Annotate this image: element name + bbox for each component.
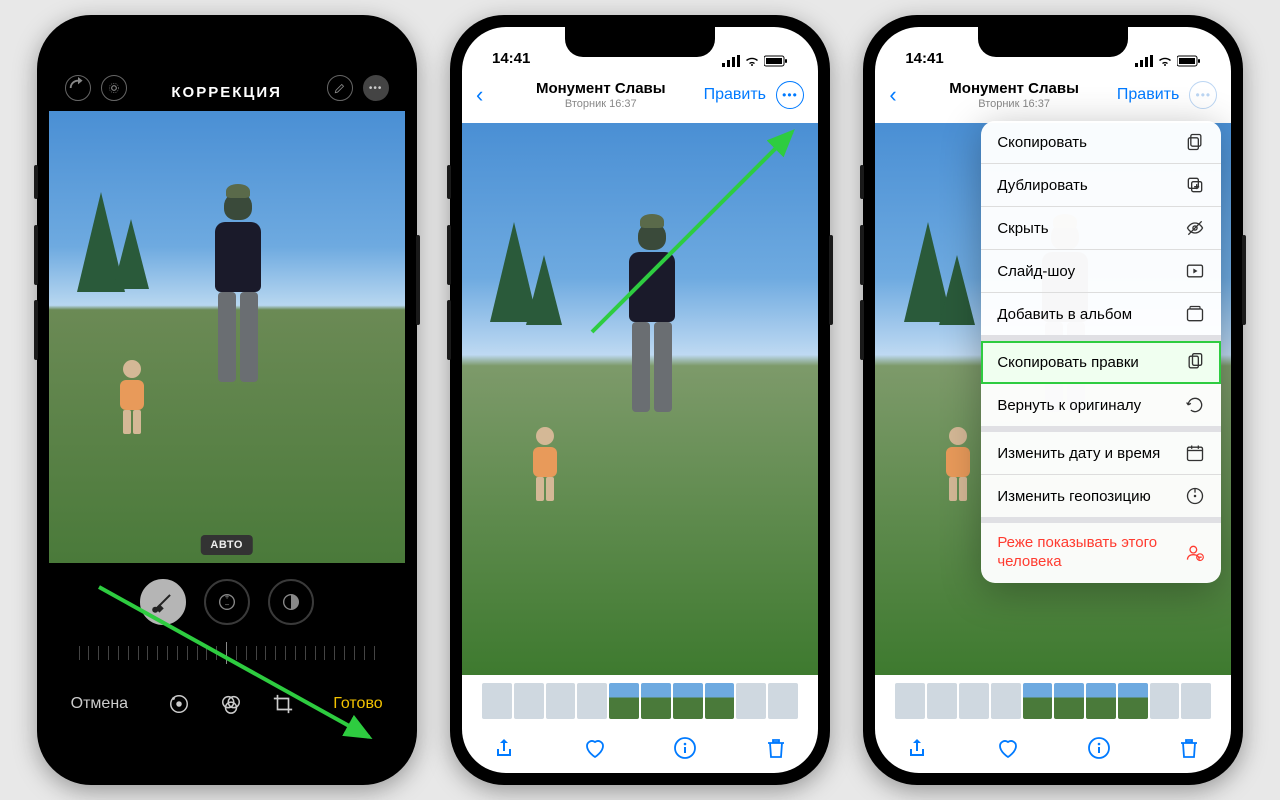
back-button[interactable]: ‹ — [889, 82, 911, 108]
nav-bar: ‹ Монумент Славы Вторник 16:37 Править •… — [875, 71, 1231, 119]
action-menu: Скопировать Дублировать Скрыть Слайд-шоу… — [981, 121, 1221, 583]
menu-edit-location[interactable]: Изменить геопозицию — [981, 475, 1221, 523]
filters-tab[interactable] — [220, 693, 242, 715]
brilliance-dial[interactable] — [268, 579, 314, 625]
copy-icon — [1185, 132, 1205, 152]
svg-text:−: − — [224, 601, 229, 610]
more-menu-button[interactable]: ••• — [776, 81, 804, 109]
exposure-dial[interactable]: +− — [204, 579, 250, 625]
cancel-button[interactable]: Отмена — [71, 695, 128, 713]
menu-copy[interactable]: Скопировать — [981, 121, 1221, 164]
live-button[interactable] — [101, 75, 127, 101]
thumbnail-strip[interactable] — [875, 679, 1231, 723]
adjustment-slider[interactable] — [49, 633, 405, 673]
nav-title: Монумент Славы Вторник 16:37 — [506, 80, 696, 110]
signal-icon — [1135, 55, 1153, 67]
adjustment-dials: +− — [49, 563, 405, 633]
copy-edits-icon — [1185, 352, 1205, 372]
menu-feature-less[interactable]: Реже показывать этого человека — [981, 523, 1221, 583]
duplicate-icon — [1185, 175, 1205, 195]
play-icon — [1185, 261, 1205, 281]
delete-button[interactable] — [764, 736, 788, 760]
auto-dial[interactable] — [140, 579, 186, 625]
bottom-toolbar — [462, 723, 818, 773]
more-menu-button[interactable]: ••• — [1189, 81, 1217, 109]
hide-icon — [1185, 218, 1205, 238]
phone-viewer: 14:41 ‹ Монумент Славы Вторник 16:37 Пра… — [450, 15, 830, 785]
menu-copy-edits[interactable]: Скопировать правки — [981, 341, 1221, 384]
back-button[interactable]: ‹ — [476, 82, 498, 108]
photo-view[interactable] — [462, 123, 818, 675]
share-button[interactable] — [492, 736, 516, 760]
battery-icon — [1177, 55, 1201, 67]
revert-icon — [1185, 395, 1205, 415]
favorite-button[interactable] — [583, 736, 607, 760]
markup-button[interactable] — [327, 75, 353, 101]
bottom-toolbar — [875, 723, 1231, 773]
undo-button[interactable] — [65, 75, 91, 101]
status-time: 14:41 — [905, 50, 943, 67]
edit-button[interactable]: Править — [1117, 86, 1179, 104]
location-icon — [1185, 486, 1205, 506]
done-button[interactable]: Готово — [333, 695, 382, 713]
wifi-icon — [1157, 55, 1173, 67]
menu-duplicate[interactable]: Дублировать — [981, 164, 1221, 207]
nav-title: Монумент Славы Вторник 16:37 — [919, 80, 1109, 110]
editor-bottombar: Отмена Готово — [49, 673, 405, 735]
editor-photo: АВТО — [49, 111, 405, 563]
crop-tab[interactable] — [272, 693, 294, 715]
adjust-tab[interactable] — [168, 693, 190, 715]
share-button[interactable] — [905, 736, 929, 760]
status-time: 14:41 — [492, 50, 530, 67]
nav-bar: ‹ Монумент Славы Вторник 16:37 Править •… — [462, 71, 818, 119]
menu-slideshow[interactable]: Слайд-шоу — [981, 250, 1221, 293]
wifi-icon — [744, 55, 760, 67]
info-button[interactable] — [1087, 736, 1111, 760]
editor-title: КОРРЕКЦИЯ — [127, 84, 327, 101]
signal-icon — [722, 55, 740, 67]
menu-edit-date[interactable]: Изменить дату и время — [981, 432, 1221, 475]
phone-editor: КОРРЕКЦИЯ ••• АВТО +− Отмена — [37, 15, 417, 785]
album-icon — [1185, 304, 1205, 324]
auto-badge: АВТО — [200, 535, 252, 555]
menu-revert[interactable]: Вернуть к оригиналу — [981, 384, 1221, 432]
battery-icon — [764, 55, 788, 67]
person-minus-icon — [1185, 543, 1205, 563]
favorite-button[interactable] — [996, 736, 1020, 760]
thumbnail-strip[interactable] — [462, 679, 818, 723]
more-button[interactable]: ••• — [363, 75, 389, 101]
calendar-icon — [1185, 443, 1205, 463]
info-button[interactable] — [673, 736, 697, 760]
phone-menu: 14:41 ‹ Монумент Славы Вторник 16:37 Пра… — [863, 15, 1243, 785]
menu-hide[interactable]: Скрыть — [981, 207, 1221, 250]
menu-add-album[interactable]: Добавить в альбом — [981, 293, 1221, 341]
delete-button[interactable] — [1177, 736, 1201, 760]
edit-button[interactable]: Править — [704, 86, 766, 104]
